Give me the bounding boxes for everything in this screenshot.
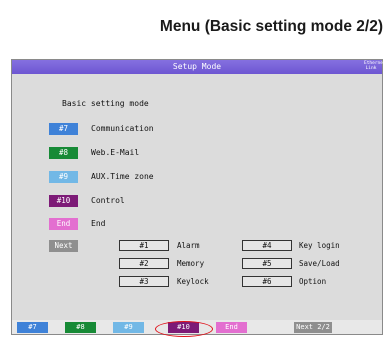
menu-key-10[interactable]: #10: [49, 195, 78, 207]
menu-key-8[interactable]: #8: [49, 147, 78, 159]
softkey-8[interactable]: #8: [65, 322, 96, 333]
submenu-label-key-login: Key login: [299, 241, 340, 250]
next-key[interactable]: Next: [49, 240, 78, 252]
submenu-label-memory: Memory: [177, 259, 205, 268]
softkey-next-page[interactable]: Next 2/2: [294, 322, 332, 333]
highlight-ring: [155, 321, 213, 337]
setup-screen: Setup Mode Ethernet Link Basic setting m…: [11, 59, 386, 337]
ethernet-link-indicator: Ethernet Link: [364, 61, 386, 71]
softkey-9[interactable]: #9: [113, 322, 144, 333]
menu-key-end[interactable]: End: [49, 218, 78, 230]
menu-label-aux-time-zone: AUX.Time zone: [91, 172, 154, 181]
mode-label: Basic setting mode: [62, 99, 149, 108]
softkey-end[interactable]: End: [216, 322, 247, 333]
submenu-button-3[interactable]: #3: [119, 276, 169, 287]
submenu-button-1[interactable]: #1: [119, 240, 169, 251]
screen-title: Setup Mode: [172, 62, 222, 71]
submenu-button-2[interactable]: #2: [119, 258, 169, 269]
menu-label-control: Control: [91, 196, 125, 205]
menu-key-9[interactable]: #9: [49, 171, 78, 183]
submenu-button-5[interactable]: #5: [242, 258, 292, 269]
menu-key-7[interactable]: #7: [49, 123, 78, 135]
menu-label-communication: Communication: [91, 124, 154, 133]
submenu-button-6[interactable]: #6: [242, 276, 292, 287]
softkey-bar: #7 #8 #9 #10 End Next 2/2: [12, 320, 382, 337]
menu-label-end: End: [91, 219, 106, 228]
submenu-label-alarm: Alarm: [177, 241, 200, 250]
submenu-label-save-load: Save/Load: [299, 259, 340, 268]
menu-label-web-email: Web.E-Mail: [91, 148, 140, 157]
titlebar: Setup Mode Ethernet Link: [12, 60, 386, 74]
submenu-button-4[interactable]: #4: [242, 240, 292, 251]
page-heading: Menu (Basic setting mode 2/2): [159, 18, 383, 35]
submenu-label-keylock: Keylock: [177, 277, 209, 286]
softkey-7[interactable]: #7: [17, 322, 48, 333]
submenu-label-option: Option: [299, 277, 327, 286]
